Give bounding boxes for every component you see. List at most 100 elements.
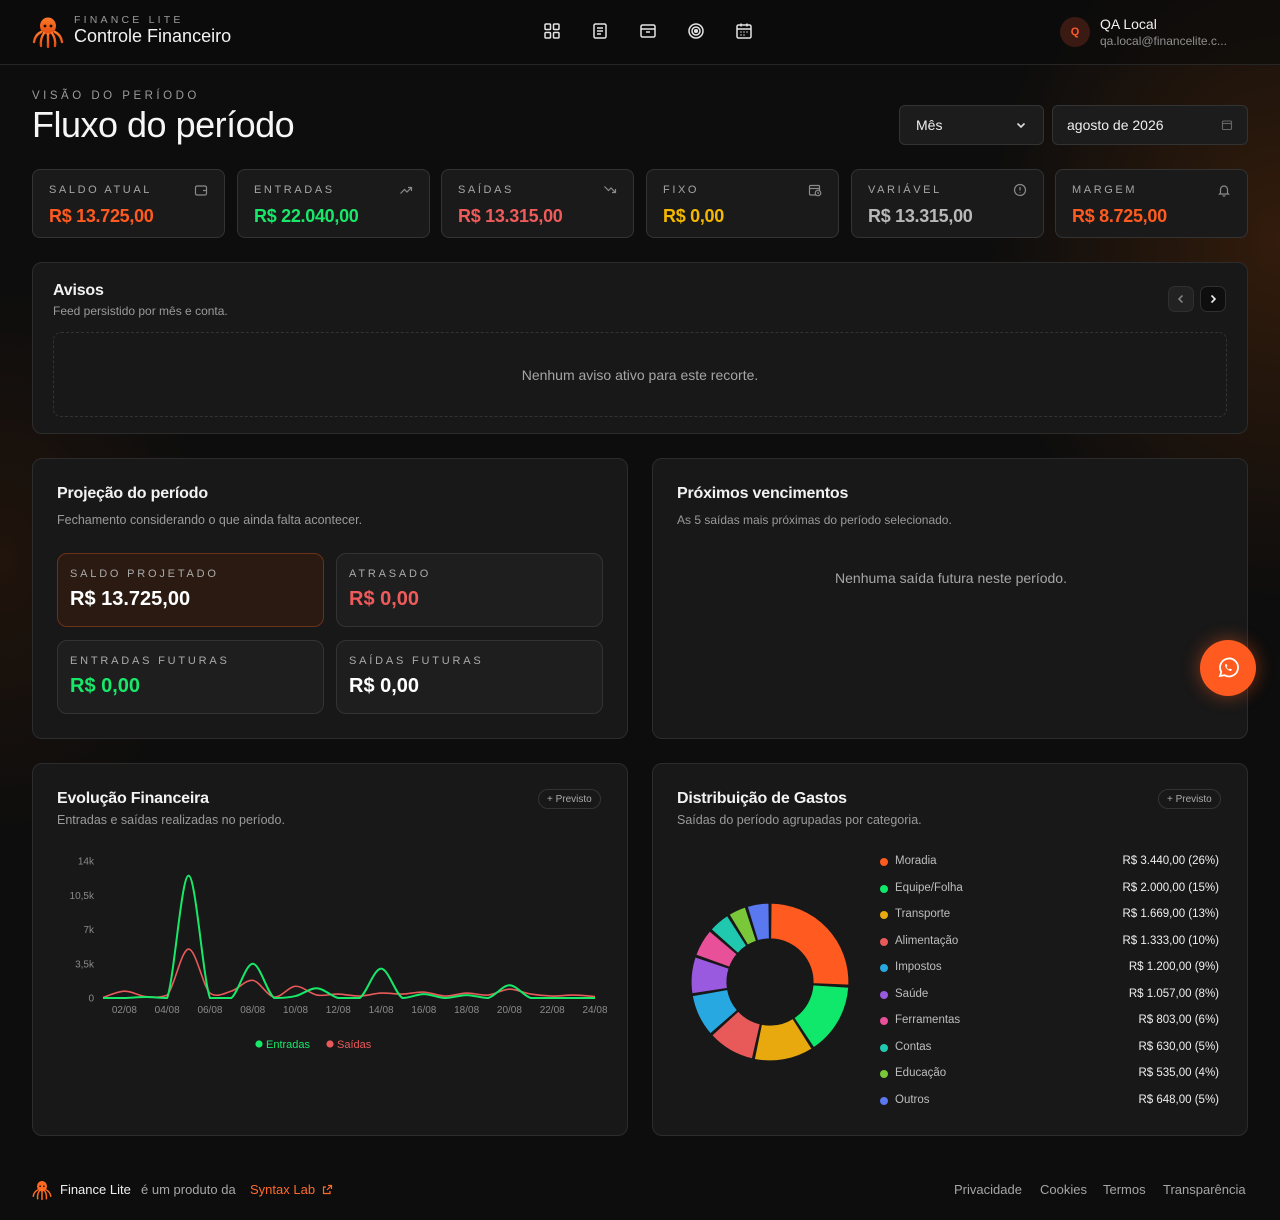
series-line-saídas xyxy=(102,948,596,999)
period-select[interactable]: Mês xyxy=(899,105,1044,145)
kpi-label: VARIÁVEL xyxy=(868,184,942,196)
projecao-subtitle: Fechamento considerando o que ainda falt… xyxy=(57,513,363,527)
legend-label: Saúde xyxy=(895,987,929,1000)
calendar-icon xyxy=(1221,120,1233,131)
legend-value: R$ 535,00 (4%) xyxy=(1138,1067,1219,1079)
legend-dot xyxy=(880,1017,888,1025)
x-tick-label: 04/08 xyxy=(155,1005,180,1016)
x-tick-label: 24/08 xyxy=(582,1005,607,1016)
period-select-value: Mês xyxy=(916,117,943,133)
footer-brand: Finance Lite xyxy=(60,1182,131,1197)
archive-icon[interactable] xyxy=(639,22,657,40)
chevron-right-icon xyxy=(1210,294,1217,304)
dashboard-icon[interactable] xyxy=(543,22,561,40)
target-icon[interactable] xyxy=(687,22,705,40)
kpi-label: SALDO ATUAL xyxy=(49,184,152,196)
kpi-label: ENTRADAS xyxy=(254,184,335,196)
month-picker[interactable]: agosto de 2026 xyxy=(1052,105,1248,145)
octopus-logo-icon xyxy=(32,1180,52,1201)
legend-dot xyxy=(880,1043,888,1052)
chevron-down-icon xyxy=(1016,122,1026,129)
next-button[interactable] xyxy=(1200,286,1226,312)
footer-link-privacidade[interactable]: Privacidade xyxy=(954,1182,1022,1197)
tile-label: ATRASADO xyxy=(349,568,432,580)
legend-row: Equipe/Folha R$ 2.000,00 (15%) xyxy=(880,881,1219,897)
legend-value: R$ 1.057,00 (8%) xyxy=(1128,987,1219,1000)
legend-value: R$ 630,00 (5%) xyxy=(1138,1040,1219,1053)
legend-value: R$ 1.333,00 (10%) xyxy=(1122,934,1219,947)
footer-link-cookies[interactable]: Cookies xyxy=(1040,1182,1087,1197)
vencimentos-card: Próximos vencimentos As 5 saídas mais pr… xyxy=(652,458,1248,739)
kpi-entradas: ENTRADAS R$ 22.040,00 xyxy=(237,169,430,238)
entradas-futuras-tile: ENTRADAS FUTURAS R$ 0,00 xyxy=(57,640,324,714)
previous-button[interactable] xyxy=(1168,286,1194,312)
legend-label: Moradia xyxy=(895,855,937,867)
legend-label: Ferramentas xyxy=(895,1014,961,1026)
legend-row: Alimentação R$ 1.333,00 (10%) xyxy=(880,934,1219,950)
external-link-icon xyxy=(322,1184,332,1195)
x-tick-label: 06/08 xyxy=(197,1005,222,1016)
x-tick-label: 10/08 xyxy=(283,1005,308,1016)
avatar[interactable]: Q xyxy=(1060,17,1090,47)
kpi-value: R$ 13.315,00 xyxy=(458,206,563,226)
page-kicker: VISÃO DO PERÍODO xyxy=(32,90,200,102)
brand-title: Controle Financeiro xyxy=(74,26,232,46)
vencimentos-subtitle: As 5 saídas mais próximas do período sel… xyxy=(677,513,952,527)
top-bar: FINANCE LITE Controle Financeiro Q QA Lo… xyxy=(0,0,1280,65)
saldo-projetado-tile: SALDO PROJETADO R$ 13.725,00 xyxy=(57,553,324,627)
projecao-title: Projeção do período xyxy=(57,485,208,502)
x-tick-label: 08/08 xyxy=(240,1005,265,1016)
y-tick-label: 0 xyxy=(88,994,94,1005)
syntax-lab-link[interactable]: Syntax Lab xyxy=(250,1182,333,1197)
kpi-label: SAÍDAS xyxy=(458,184,514,196)
vencimentos-title: Próximos vencimentos xyxy=(677,485,849,502)
legend-value: R$ 1.669,00 (13%) xyxy=(1122,908,1219,920)
legend-row: Moradia R$ 3.440,00 (26%) xyxy=(880,854,1219,870)
atrasado-tile: ATRASADO R$ 0,00 xyxy=(336,553,603,627)
octopus-logo-icon[interactable] xyxy=(32,15,64,49)
legend-dot xyxy=(880,964,888,972)
kpi-variavel: VARIÁVEL R$ 13.315,00 xyxy=(851,169,1044,238)
avisos-subtitle: Feed persistido por mês e conta. xyxy=(53,304,228,318)
legend-row: Saúde R$ 1.057,00 (8%) xyxy=(880,987,1219,1003)
vencimentos-empty-state: Nenhuma saída futura neste período. xyxy=(835,570,1067,586)
kpi-margem: MARGEM R$ 8.725,00 xyxy=(1055,169,1248,238)
y-tick-label: 14k xyxy=(78,857,95,868)
series-line-entradas xyxy=(103,874,595,999)
tile-value: R$ 0,00 xyxy=(70,675,141,697)
legend-label: Contas xyxy=(895,1040,932,1053)
legend-dot xyxy=(880,937,888,946)
footer: Finance Lite é um produto da Syntax Lab … xyxy=(0,1168,1280,1212)
kpi-value: R$ 0,00 xyxy=(663,206,724,226)
previsto-toggle[interactable]: + Previsto xyxy=(1158,789,1221,809)
footer-link-transparencia[interactable]: Transparência xyxy=(1163,1182,1246,1197)
legend-label: Educação xyxy=(895,1067,947,1079)
x-tick-label: 16/08 xyxy=(411,1005,436,1016)
calendar-icon[interactable] xyxy=(735,22,753,40)
donut-slice-moradia xyxy=(769,902,850,986)
x-tick-label: 02/08 xyxy=(112,1005,137,1016)
legend-value: R$ 2.000,00 (15%) xyxy=(1122,881,1219,894)
page-title: Fluxo do período xyxy=(32,104,295,145)
x-tick-label: 20/08 xyxy=(497,1005,522,1016)
user-name[interactable]: QA Local xyxy=(1100,16,1157,32)
legend-dot xyxy=(326,1040,334,1048)
trend-up-icon xyxy=(400,186,413,194)
legend-dot xyxy=(255,1040,263,1048)
kpi-saldo-atual: SALDO ATUAL R$ 13.725,00 xyxy=(32,169,225,238)
whatsapp-button[interactable] xyxy=(1200,640,1256,696)
footer-text: é um produto da xyxy=(141,1182,236,1197)
x-tick-label: 12/08 xyxy=(326,1005,351,1016)
legend-value: R$ 648,00 (5%) xyxy=(1138,1093,1219,1106)
legend-label: Impostos xyxy=(895,961,942,973)
footer-link-termos[interactable]: Termos xyxy=(1103,1182,1146,1197)
tile-label: SAÍDAS FUTURAS xyxy=(349,655,484,667)
legend-row: Transporte R$ 1.669,00 (13%) xyxy=(880,907,1219,923)
legend-dot xyxy=(880,911,888,919)
receipt-icon[interactable] xyxy=(591,22,609,40)
kpi-label: FIXO xyxy=(663,184,700,196)
legend-label: Outros xyxy=(895,1093,930,1106)
legend-row: Ferramentas R$ 803,00 (6%) xyxy=(880,1013,1219,1029)
legend-row: Contas R$ 630,00 (5%) xyxy=(880,1040,1219,1056)
kpi-value: R$ 13.725,00 xyxy=(49,206,154,226)
